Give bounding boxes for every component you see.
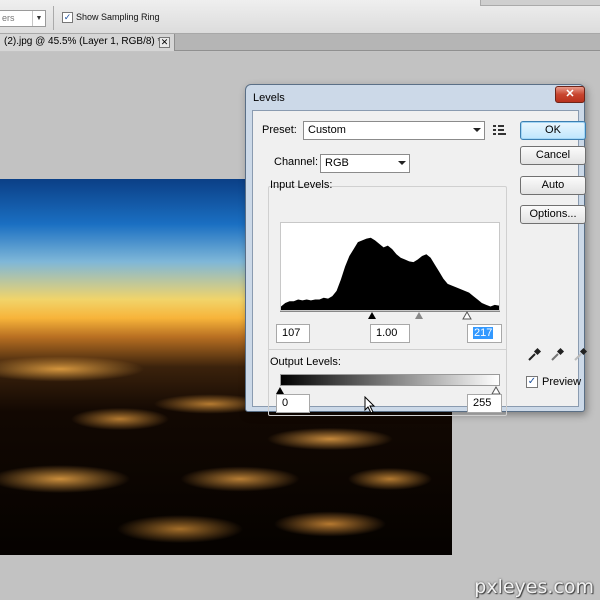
chevron-down-icon: ▼ <box>32 11 45 26</box>
black-point-eyedropper-icon[interactable] <box>526 347 542 363</box>
panel-strip <box>480 0 600 6</box>
sample-size-dropdown[interactable]: ers ▼ <box>0 10 46 27</box>
output-white-field[interactable]: 255 <box>467 394 502 413</box>
histogram <box>280 222 500 311</box>
preset-label: Preset: <box>262 124 297 136</box>
channel-label: Channel: <box>272 156 321 168</box>
preset-options-icon[interactable] <box>493 124 507 136</box>
white-point-eyedropper-icon[interactable] <box>572 347 588 363</box>
close-tab-icon[interactable]: ✕ <box>159 37 170 48</box>
input-black-value: 107 <box>282 327 301 339</box>
document-tab-title: (2).jpg @ 45.5% (Layer 1, RGB/8) * <box>4 36 162 47</box>
input-levels-label: Input Levels: <box>270 179 333 191</box>
show-sampling-ring-checkbox[interactable]: ✓ <box>62 12 73 23</box>
auto-button[interactable]: Auto <box>520 176 586 195</box>
cancel-button[interactable]: Cancel <box>520 146 586 165</box>
watermark: pxleyes.com <box>474 576 594 598</box>
output-black-handle[interactable] <box>276 387 284 394</box>
ok-button[interactable]: OK <box>520 121 586 140</box>
input-gamma-field[interactable]: 1.00 <box>370 324 410 343</box>
document-tab[interactable]: (2).jpg @ 45.5% (Layer 1, RGB/8) * ✕ <box>0 34 175 51</box>
gray-point-eyedropper-icon[interactable] <box>549 347 565 363</box>
input-black-field[interactable]: 107 <box>276 324 310 343</box>
output-white-value: 255 <box>473 397 492 409</box>
options-bar: ers ▼ ✓ Show Sampling Ring <box>0 0 600 34</box>
input-gamma-value: 1.00 <box>376 327 398 339</box>
dialog-body: Preset: Custom Channel: RGB Input Levels… <box>252 110 588 416</box>
mouse-cursor <box>364 396 376 414</box>
output-gradient <box>280 374 500 386</box>
input-white-value: 217 <box>473 327 494 339</box>
preset-dropdown[interactable]: Custom <box>303 121 485 140</box>
channel-dropdown[interactable]: RGB <box>320 154 410 173</box>
black-point-handle[interactable] <box>368 312 377 319</box>
chevron-down-icon <box>473 128 481 132</box>
dialog-title: Levels <box>253 92 285 104</box>
output-black-field[interactable]: 0 <box>276 394 310 413</box>
preset-value: Custom <box>308 124 346 136</box>
input-levels-slider[interactable] <box>280 311 500 321</box>
chevron-down-icon <box>398 161 406 165</box>
channel-value: RGB <box>325 157 349 169</box>
output-black-value: 0 <box>282 397 289 409</box>
close-dialog-button[interactable]: ✕ <box>555 86 585 103</box>
show-sampling-ring-label: Show Sampling Ring <box>76 12 160 22</box>
sample-size-value: ers <box>2 13 15 23</box>
white-point-handle[interactable] <box>462 311 472 320</box>
histogram-shape <box>281 237 499 310</box>
divider <box>268 349 507 350</box>
preview-checkbox[interactable]: ✓ <box>526 376 538 388</box>
options-button[interactable]: Options... <box>520 205 586 224</box>
levels-dialog: Levels ✕ Preset: Custom Channel: RGB Inp… <box>245 84 588 416</box>
input-white-field[interactable]: 217 <box>467 324 502 343</box>
document-tab-bar: (2).jpg @ 45.5% (Layer 1, RGB/8) * ✕ <box>0 34 600 51</box>
gamma-handle[interactable] <box>414 312 423 319</box>
divider <box>53 6 54 30</box>
preview-label: Preview <box>542 376 582 388</box>
output-levels-label: Output Levels: <box>270 356 341 368</box>
